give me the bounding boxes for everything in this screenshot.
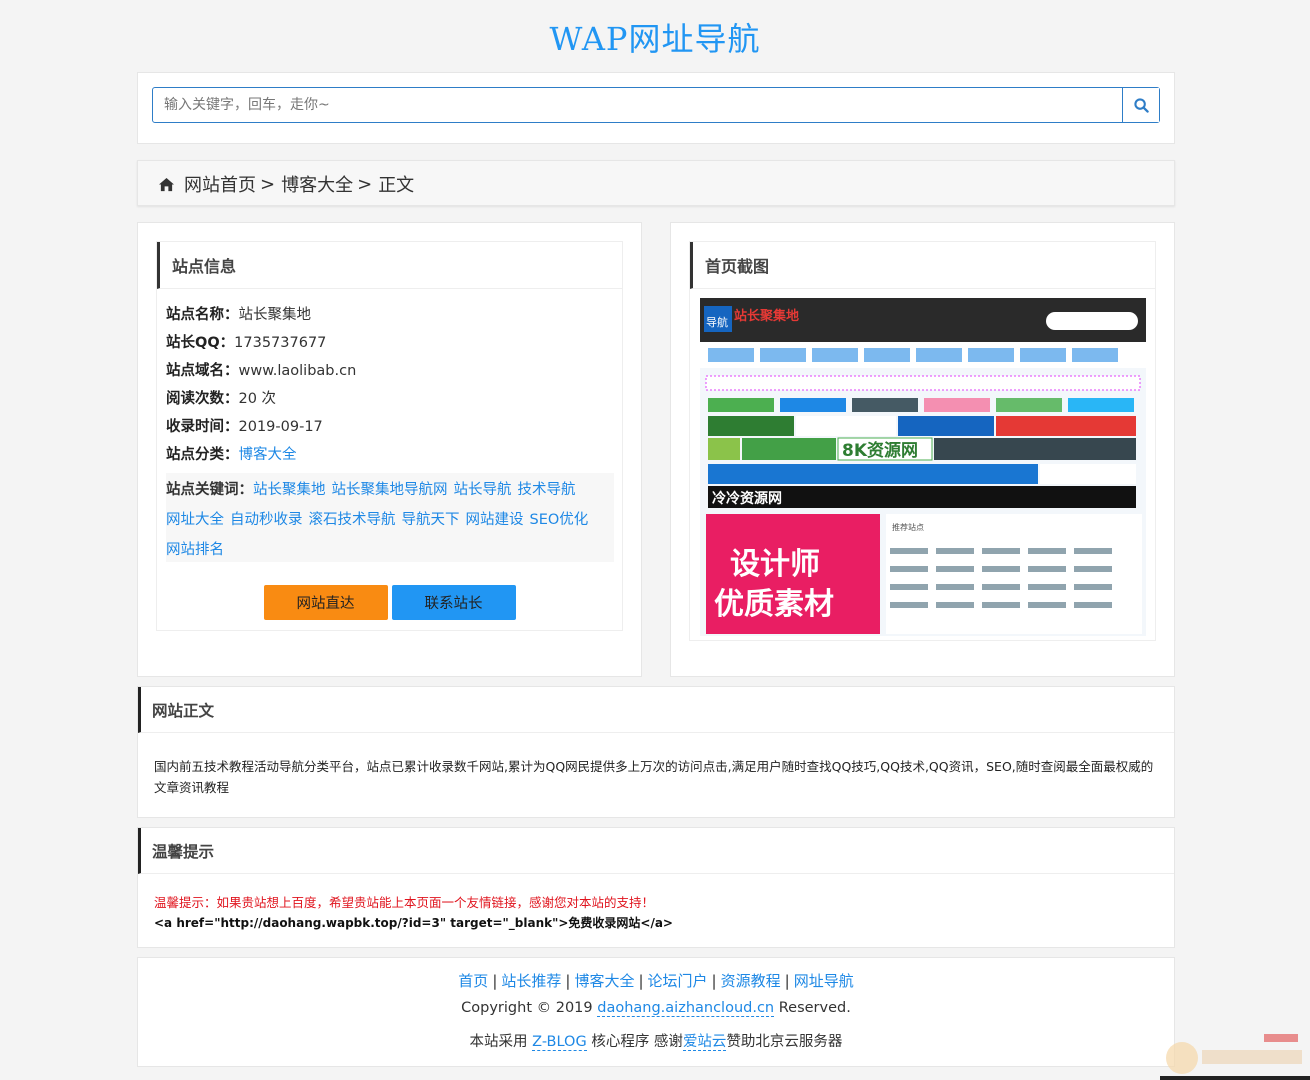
action-buttons: 网站直达 联系站长 [157, 585, 622, 620]
screenshot-panel: 首页截图 导航 站长聚集地 8K资源网 冷冷资源网 设计师 优质素材 推荐站点 [670, 222, 1175, 677]
breadcrumb-separator: > [357, 173, 373, 195]
breadcrumb-current: 正文 [378, 175, 415, 196]
info-label: 收录时间： [166, 419, 239, 435]
breadcrumb: 网站首页 > 博客大全 > 正文 [158, 161, 414, 207]
site-title: WAP网址导航 [549, 20, 761, 58]
powered-mid: 核心程序 感谢 [591, 1034, 683, 1050]
info-row-category: 站点分类：博客大全 [166, 441, 622, 469]
copyright-link[interactable]: daohang.aizhancloud.cn [597, 1000, 775, 1017]
breadcrumb-home[interactable]: 网站首页 [184, 171, 256, 197]
keywords-box: 站点关键词：站长聚集地 站长聚集地导航网 站长导航 技术导航网址大全 自动秒收录 滚石技术… [166, 473, 614, 562]
footer-powered-by: 本站采用 Z-BLOG 核心程序 感谢爱站云赞助北京云服务器 [138, 1030, 1174, 1051]
info-label: 站点域名： [166, 363, 239, 379]
info-value: www.laolibab.cn [238, 363, 357, 379]
site-info-panel: 站点信息 站点名称：站长聚集地 站长QQ：1735737677 站点域名：www… [137, 222, 642, 677]
keyword-link[interactable]: 自动秒收录 [230, 512, 303, 528]
keyword-link[interactable]: 站长聚集地导航网 [332, 482, 448, 498]
search-button[interactable] [1122, 88, 1159, 122]
footer-link-recommend[interactable]: 站长推荐 [501, 972, 561, 990]
info-row-name: 站点名称：站长聚集地 [166, 301, 622, 329]
thumb-tagline2: 优质素材 [714, 587, 834, 622]
contact-owner-button[interactable]: 联系站长 [391, 585, 516, 620]
info-label: 站长QQ： [166, 335, 235, 351]
copyright-prefix: Copyright © 2019 [461, 1000, 593, 1016]
info-value: 20 次 [238, 391, 277, 407]
visit-site-button[interactable]: 网站直达 [263, 585, 388, 620]
thumb-banner2: 冷冷资源网 [712, 490, 782, 507]
category-link[interactable]: 博客大全 [239, 447, 297, 463]
search-icon [1133, 97, 1149, 113]
footer-link-resources[interactable]: 资源教程 [721, 972, 781, 990]
keyword-link[interactable]: 站长聚集地 [253, 482, 326, 498]
site-info-heading: 站点信息 [157, 242, 622, 289]
article-heading: 网站正文 [138, 687, 1174, 733]
info-row-domain: 站点域名：www.laolibab.cn [166, 357, 622, 385]
info-label: 阅读次数： [166, 391, 239, 407]
tip-content: 温馨提示：如果贵站想上百度，希望贵站能上本页面一个友情链接，感谢您对本站的支持！… [138, 874, 1174, 934]
thumb-banner-text: 8K资源网 [842, 440, 918, 461]
tip-panel: 温馨提示 温馨提示：如果贵站想上百度，希望贵站能上本页面一个友情链接，感谢您对本… [137, 827, 1175, 948]
tip-heading: 温馨提示 [138, 828, 1174, 874]
copyright-suffix: Reserved. [778, 1000, 851, 1016]
screenshot-box: 首页截图 导航 站长聚集地 8K资源网 冷冷资源网 设计师 优质素材 推荐站点 [689, 241, 1156, 641]
powered-prefix: 本站采用 [469, 1034, 528, 1050]
powered-suffix: 赞助北京云服务器 [726, 1034, 843, 1050]
thumb-logo-text: 站长聚集地 [734, 308, 799, 324]
keyword-link[interactable]: 网站排名 [166, 542, 224, 558]
info-value: 站长聚集地 [238, 307, 312, 323]
footer-links: 首页 | 站长推荐 | 博客大全 | 论坛门户 | 资源教程 | 网址导航 [458, 972, 854, 990]
keyword-link[interactable]: 网站建设 [466, 512, 524, 528]
site-info-box: 站点信息 站点名称：站长聚集地 站长QQ：1735737677 站点域名：www… [156, 241, 623, 631]
tip-link-code: <a href="http://daohang.wapbk.top/?id=3"… [154, 916, 673, 930]
keyword-link[interactable]: 站长导航 [454, 482, 512, 498]
screenshot-image: 导航 站长聚集地 8K资源网 冷冷资源网 设计师 优质素材 推荐站点 [700, 298, 1146, 634]
info-row-date: 收录时间：2019-09-17 [166, 413, 622, 441]
info-label: 站点分类： [166, 447, 239, 463]
breadcrumb-panel: 网站首页 > 博客大全 > 正文 [137, 160, 1175, 206]
breadcrumb-category[interactable]: 博客大全 [281, 171, 353, 197]
zblog-link[interactable]: Z-BLOG [532, 1034, 587, 1051]
article-text: 国内前五技术教程活动导航分类平台，站点已累计收录数千网站,累计为QQ网民提供多上… [154, 759, 1154, 795]
info-value: 1735737677 [234, 335, 327, 351]
site-info-list: 站点名称：站长聚集地 站长QQ：1735737677 站点域名：www.laol… [157, 289, 622, 562]
search-panel [137, 72, 1175, 144]
screenshot-heading: 首页截图 [690, 242, 1155, 289]
thumb-logo-prefix: 导航 [706, 315, 728, 329]
footer-link-forums[interactable]: 论坛门户 [648, 972, 708, 990]
article-panel: 网站正文 国内前五技术教程活动导航分类平台，站点已累计收录数千网站,累计为QQ网… [137, 686, 1175, 818]
info-value: 2019-09-17 [238, 419, 323, 435]
breadcrumb-separator: > [260, 173, 276, 195]
aizhancloud-link[interactable]: 爱站云 [682, 1034, 727, 1051]
home-icon[interactable] [158, 177, 175, 192]
footer: 首页 | 站长推荐 | 博客大全 | 论坛门户 | 资源教程 | 网址导航 Copyright © … [137, 957, 1175, 1067]
keyword-link[interactable]: 导航天下 [402, 512, 460, 528]
footer-copyright: Copyright © 2019 daohang.aizhancloud.cn … [138, 1000, 1174, 1017]
thumb-recommend-label: 推荐站点 [892, 522, 924, 532]
keyword-link[interactable]: 滚石技术导航 [309, 512, 396, 528]
keyword-link[interactable]: 网址大全 [166, 512, 224, 528]
keyword-link[interactable]: SEO优化 [530, 512, 589, 528]
keywords-label: 站点关键词： [166, 482, 253, 498]
homepage-screenshot[interactable]: 导航 站长聚集地 8K资源网 冷冷资源网 设计师 优质素材 推荐站点 [700, 298, 1146, 636]
footer-link-home[interactable]: 首页 [458, 972, 488, 990]
search-input[interactable] [153, 88, 1122, 122]
keyword-link[interactable]: 技术导航 [518, 482, 576, 498]
footer-link-nav[interactable]: 网址导航 [794, 972, 854, 990]
footer-link-blogs[interactable]: 博客大全 [574, 972, 634, 990]
watermark-logo [1160, 1030, 1310, 1080]
thumb-tagline: 设计师 [730, 547, 820, 582]
info-row-views: 阅读次数：20 次 [166, 385, 622, 413]
info-row-qq: 站长QQ：1735737677 [166, 329, 622, 357]
search-box [152, 87, 1160, 123]
info-label: 站点名称： [166, 307, 239, 323]
tip-message: 温馨提示：如果贵站想上百度，希望贵站能上本页面一个友情链接，感谢您对本站的支持！ [154, 895, 655, 910]
